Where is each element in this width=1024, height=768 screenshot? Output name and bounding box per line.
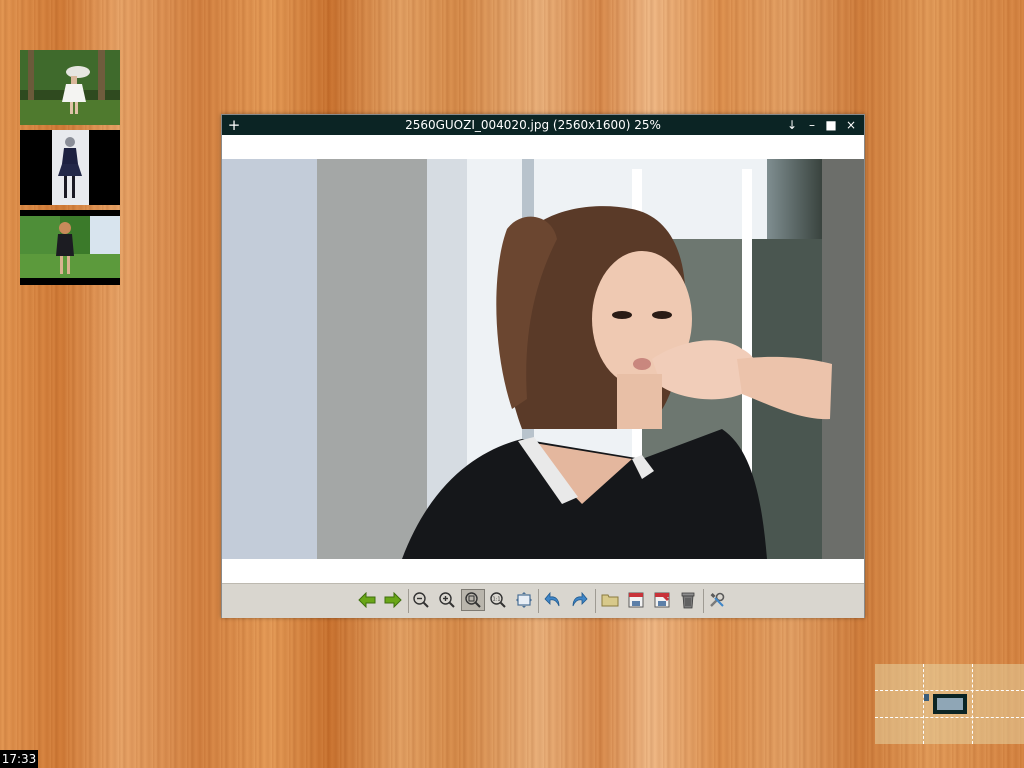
- title-bar[interactable]: + 2560GUOZI_004020.jpg (2560x1600) 25% ↓…: [222, 115, 864, 135]
- minimize-icon[interactable]: –: [803, 115, 821, 135]
- viewer-toolbar: 1:1: [222, 583, 864, 618]
- toolbar-separator: [538, 589, 539, 613]
- thumbnail-garden-portrait[interactable]: [20, 210, 120, 285]
- plus-icon[interactable]: +: [225, 115, 243, 135]
- displayed-photo: [222, 159, 864, 559]
- zoom-original-icon: 1:1: [490, 592, 506, 608]
- pager-window-marker: [924, 694, 929, 701]
- zoom-in-button[interactable]: [436, 589, 458, 611]
- previous-image-button[interactable]: [356, 589, 378, 611]
- pager-divider: [923, 664, 924, 744]
- toolbar-separator: [703, 589, 704, 613]
- trash-icon: [681, 592, 695, 609]
- rotate-left-icon: [544, 591, 560, 607]
- svg-text:1:1: 1:1: [492, 597, 500, 603]
- delete-button[interactable]: [677, 589, 699, 611]
- rotate-right-icon: [572, 591, 588, 607]
- save-icon: [628, 592, 644, 608]
- arrow-left-icon: [358, 592, 376, 608]
- fullscreen-icon: [516, 592, 532, 608]
- zoom-in-icon: [439, 592, 455, 608]
- image-viewer-window[interactable]: + 2560GUOZI_004020.jpg (2560x1600) 25% ↓…: [221, 114, 865, 618]
- image-canvas[interactable]: [222, 135, 864, 583]
- rotate-right-button[interactable]: [568, 589, 590, 611]
- photo-portrait: [222, 159, 864, 559]
- toolbar-separator: [595, 589, 596, 613]
- thumbnail-image: [20, 210, 120, 285]
- zoom-out-button[interactable]: [410, 589, 432, 611]
- save-button[interactable]: [625, 589, 647, 611]
- thumbnail-dress-portrait[interactable]: [20, 130, 120, 205]
- zoom-fit-icon: [465, 592, 481, 608]
- save-as-icon: [654, 592, 670, 608]
- pager-window-thumbnail: [937, 698, 963, 710]
- pager-window-preview[interactable]: [933, 694, 967, 714]
- close-icon[interactable]: ×: [842, 115, 860, 135]
- preferences-button[interactable]: [706, 589, 728, 611]
- zoom-out-icon: [413, 592, 429, 608]
- pager-divider: [875, 717, 1024, 718]
- folder-icon: [601, 594, 619, 607]
- tools-icon: [710, 592, 725, 607]
- fullscreen-button[interactable]: [513, 589, 535, 611]
- thumbnail-image: [20, 130, 120, 205]
- rotate-left-button[interactable]: [542, 589, 564, 611]
- zoom-original-button[interactable]: 1:1: [487, 589, 509, 611]
- save-as-button[interactable]: [651, 589, 673, 611]
- open-file-button[interactable]: [599, 589, 621, 611]
- arrow-right-icon: [384, 592, 402, 608]
- taskbar-clock: 17:33: [0, 750, 38, 768]
- pager-divider: [875, 690, 1024, 691]
- zoom-fit-button[interactable]: [461, 589, 485, 611]
- desktop-pager[interactable]: [875, 664, 1024, 744]
- thumbnail-forest-umbrella[interactable]: [20, 50, 120, 125]
- shade-down-icon[interactable]: ↓: [783, 115, 801, 135]
- thumbnail-image: [20, 50, 120, 125]
- toolbar-separator: [408, 589, 409, 613]
- maximize-icon[interactable]: ■: [822, 115, 840, 135]
- window-title: 2560GUOZI_004020.jpg (2560x1600) 25%: [405, 118, 661, 132]
- pager-divider: [972, 664, 973, 744]
- next-image-button[interactable]: [382, 589, 404, 611]
